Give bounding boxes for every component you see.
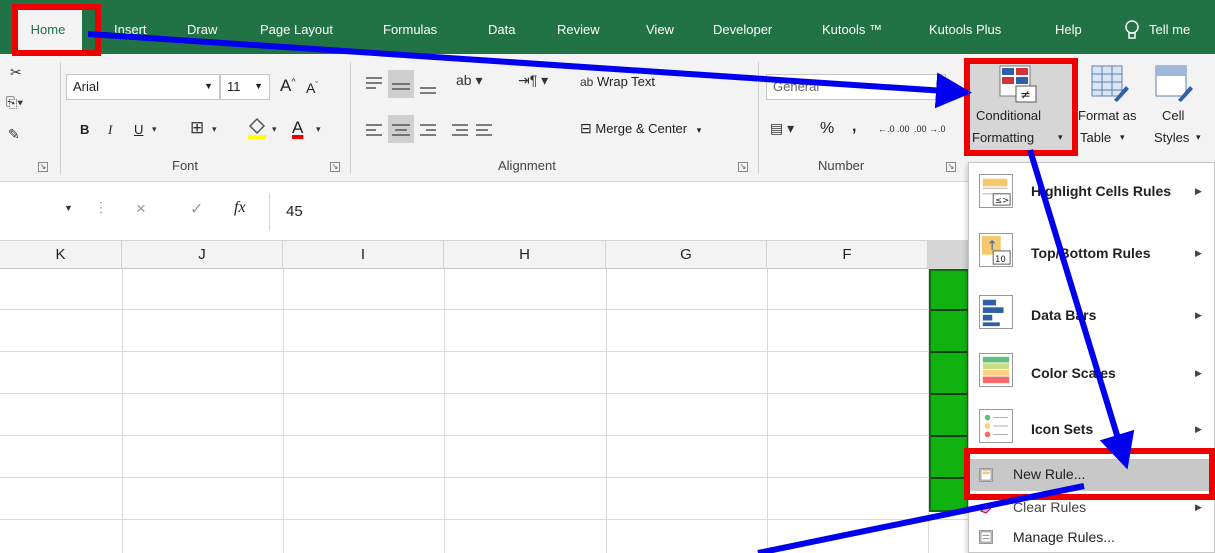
arrow-new-rule-out bbox=[757, 483, 1085, 553]
arrow-conditional-formatting-to-new-rule bbox=[1027, 149, 1135, 470]
annotation-arrows bbox=[87, 31, 1135, 553]
arrow-home-to-conditional-formatting bbox=[87, 31, 972, 109]
